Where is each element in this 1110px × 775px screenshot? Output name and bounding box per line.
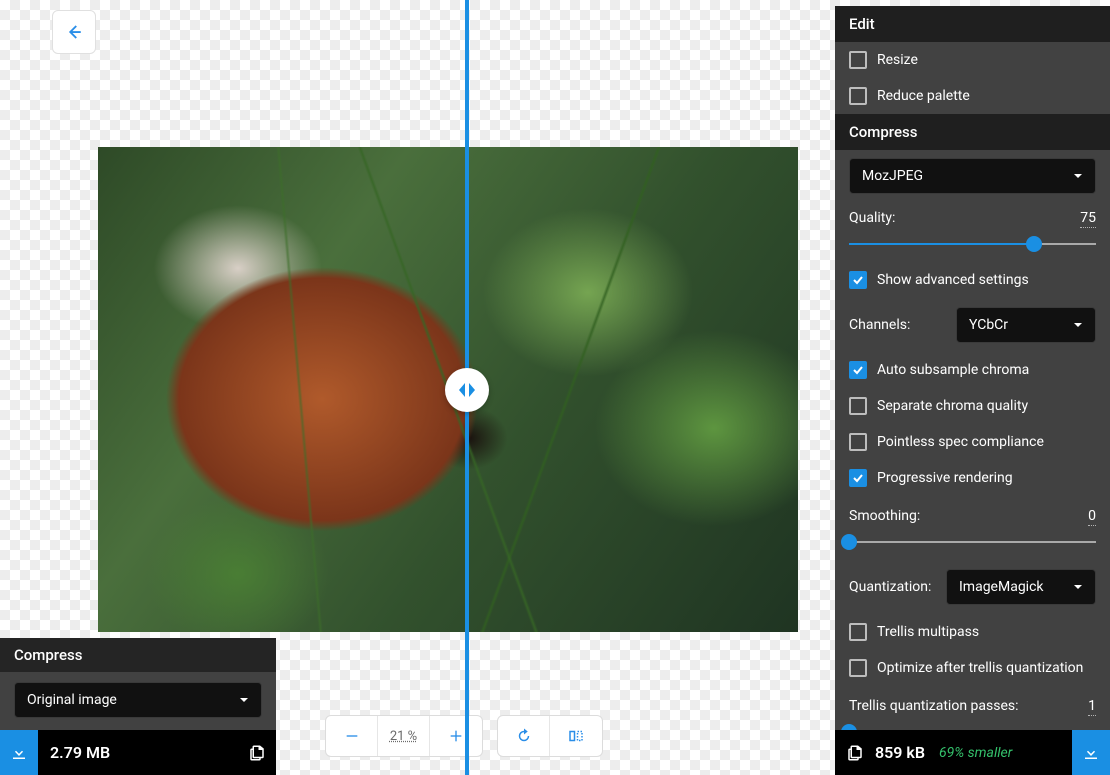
channels-row: Channels: YCbCr bbox=[835, 298, 1110, 352]
copy-original-button[interactable] bbox=[238, 744, 276, 762]
drag-horizontal-icon bbox=[455, 378, 479, 402]
clipboard-icon bbox=[846, 744, 864, 762]
rotate-button[interactable] bbox=[498, 716, 550, 756]
quality-label: Quality: bbox=[849, 210, 895, 228]
quality-slider[interactable] bbox=[849, 236, 1096, 252]
caret-down-icon bbox=[1073, 320, 1083, 330]
channels-select[interactable]: YCbCr bbox=[956, 307, 1096, 343]
auto-subsample-row[interactable]: Auto subsample chroma bbox=[835, 352, 1110, 388]
smoothing-slider[interactable] bbox=[849, 534, 1096, 550]
copy-result-button[interactable] bbox=[835, 744, 875, 762]
check-icon bbox=[852, 274, 864, 286]
smoothing-row: Smoothing: 0 bbox=[835, 496, 1110, 528]
settings-sidebar: Edit Resize Reduce palette Compress MozJ… bbox=[835, 6, 1110, 730]
trellis-passes-row: Trellis quantization passes: 1 bbox=[835, 686, 1110, 718]
zoom-toolbar: 21 % bbox=[325, 715, 603, 757]
arrow-left-icon bbox=[65, 23, 83, 41]
advanced-checkbox[interactable] bbox=[849, 271, 867, 289]
encoder-value: MozJPEG bbox=[862, 168, 923, 184]
pointless-spec-label: Pointless spec compliance bbox=[877, 434, 1044, 450]
left-options-panel: Compress Original image bbox=[0, 638, 276, 730]
reduce-palette-label: Reduce palette bbox=[877, 88, 970, 104]
quantization-row: Quantization: ImageMagick bbox=[835, 560, 1110, 614]
left-panel-title: Compress bbox=[0, 638, 276, 672]
plus-icon bbox=[448, 728, 464, 744]
check-icon bbox=[852, 364, 864, 376]
trellis-passes-label: Trellis quantization passes: bbox=[849, 698, 1019, 716]
slider-thumb[interactable] bbox=[841, 534, 857, 550]
advanced-row[interactable]: Show advanced settings bbox=[835, 262, 1110, 298]
pointless-spec-row[interactable]: Pointless spec compliance bbox=[835, 424, 1110, 460]
caret-down-icon bbox=[239, 695, 249, 705]
reduce-palette-row[interactable]: Reduce palette bbox=[835, 78, 1110, 114]
trellis-multipass-label: Trellis multipass bbox=[877, 624, 979, 640]
quantization-value: ImageMagick bbox=[959, 579, 1044, 595]
flip-button[interactable] bbox=[550, 716, 602, 756]
slider-thumb[interactable] bbox=[1026, 236, 1042, 252]
smoothing-label: Smoothing: bbox=[849, 508, 920, 526]
download-icon bbox=[10, 744, 28, 762]
zoom-out-button[interactable] bbox=[326, 716, 378, 756]
download-original-button[interactable] bbox=[0, 730, 38, 775]
separate-chroma-row[interactable]: Separate chroma quality bbox=[835, 388, 1110, 424]
channels-value: YCbCr bbox=[969, 317, 1008, 333]
zoom-segment: 21 % bbox=[325, 715, 483, 757]
quality-value[interactable]: 75 bbox=[1080, 210, 1096, 228]
compare-handle[interactable] bbox=[445, 368, 489, 412]
pointless-spec-checkbox[interactable] bbox=[849, 433, 867, 451]
resize-checkbox[interactable] bbox=[849, 51, 867, 69]
result-savings: 69% smaller bbox=[939, 745, 1072, 761]
encoder-select[interactable]: MozJPEG bbox=[849, 158, 1096, 194]
resize-label: Resize bbox=[877, 52, 918, 68]
check-icon bbox=[852, 472, 864, 484]
optimize-after-trellis-label: Optimize after trellis quantization bbox=[877, 660, 1083, 676]
optimize-after-trellis-row[interactable]: Optimize after trellis quantization bbox=[835, 650, 1110, 686]
channels-label: Channels: bbox=[849, 317, 910, 333]
quantization-select[interactable]: ImageMagick bbox=[946, 569, 1096, 605]
optimize-after-trellis-checkbox[interactable] bbox=[849, 659, 867, 677]
quality-row: Quality: 75 bbox=[835, 198, 1110, 230]
compress-heading: Compress bbox=[835, 114, 1110, 150]
auto-subsample-checkbox[interactable] bbox=[849, 361, 867, 379]
slider-fill bbox=[849, 243, 1034, 245]
download-icon bbox=[1082, 744, 1100, 762]
progressive-row[interactable]: Progressive rendering bbox=[835, 460, 1110, 496]
reduce-palette-checkbox[interactable] bbox=[849, 87, 867, 105]
source-select-value: Original image bbox=[27, 692, 117, 708]
trellis-multipass-row[interactable]: Trellis multipass bbox=[835, 614, 1110, 650]
progressive-label: Progressive rendering bbox=[877, 470, 1013, 486]
advanced-label: Show advanced settings bbox=[877, 272, 1029, 288]
trellis-passes-value[interactable]: 1 bbox=[1088, 698, 1096, 716]
source-select[interactable]: Original image bbox=[14, 682, 262, 718]
preview-stage: Compress Original image 2.79 MB 21 % bbox=[0, 0, 835, 775]
zoom-value[interactable]: 21 % bbox=[378, 716, 430, 756]
original-size: 2.79 MB bbox=[38, 743, 238, 762]
download-result-button[interactable] bbox=[1072, 730, 1110, 775]
back-button[interactable] bbox=[52, 10, 96, 54]
zoom-in-button[interactable] bbox=[430, 716, 482, 756]
caret-down-icon bbox=[1073, 582, 1083, 592]
progressive-checkbox[interactable] bbox=[849, 469, 867, 487]
slider-track bbox=[849, 541, 1096, 543]
smoothing-value[interactable]: 0 bbox=[1088, 508, 1096, 526]
caret-down-icon bbox=[1073, 171, 1083, 181]
resize-row[interactable]: Resize bbox=[835, 42, 1110, 78]
quantization-label: Quantization: bbox=[849, 579, 931, 595]
edit-heading: Edit bbox=[835, 6, 1110, 42]
trellis-multipass-checkbox[interactable] bbox=[849, 623, 867, 641]
transform-segment bbox=[497, 715, 603, 757]
original-footer: 2.79 MB bbox=[0, 730, 276, 775]
minus-icon bbox=[344, 728, 360, 744]
result-size: 859 kB bbox=[875, 743, 925, 762]
rotate-icon bbox=[515, 727, 533, 745]
auto-subsample-label: Auto subsample chroma bbox=[877, 362, 1029, 378]
flip-icon bbox=[567, 727, 585, 745]
separate-chroma-checkbox[interactable] bbox=[849, 397, 867, 415]
clipboard-icon bbox=[248, 744, 266, 762]
separate-chroma-label: Separate chroma quality bbox=[877, 398, 1028, 414]
result-footer: 859 kB 69% smaller bbox=[835, 730, 1110, 775]
